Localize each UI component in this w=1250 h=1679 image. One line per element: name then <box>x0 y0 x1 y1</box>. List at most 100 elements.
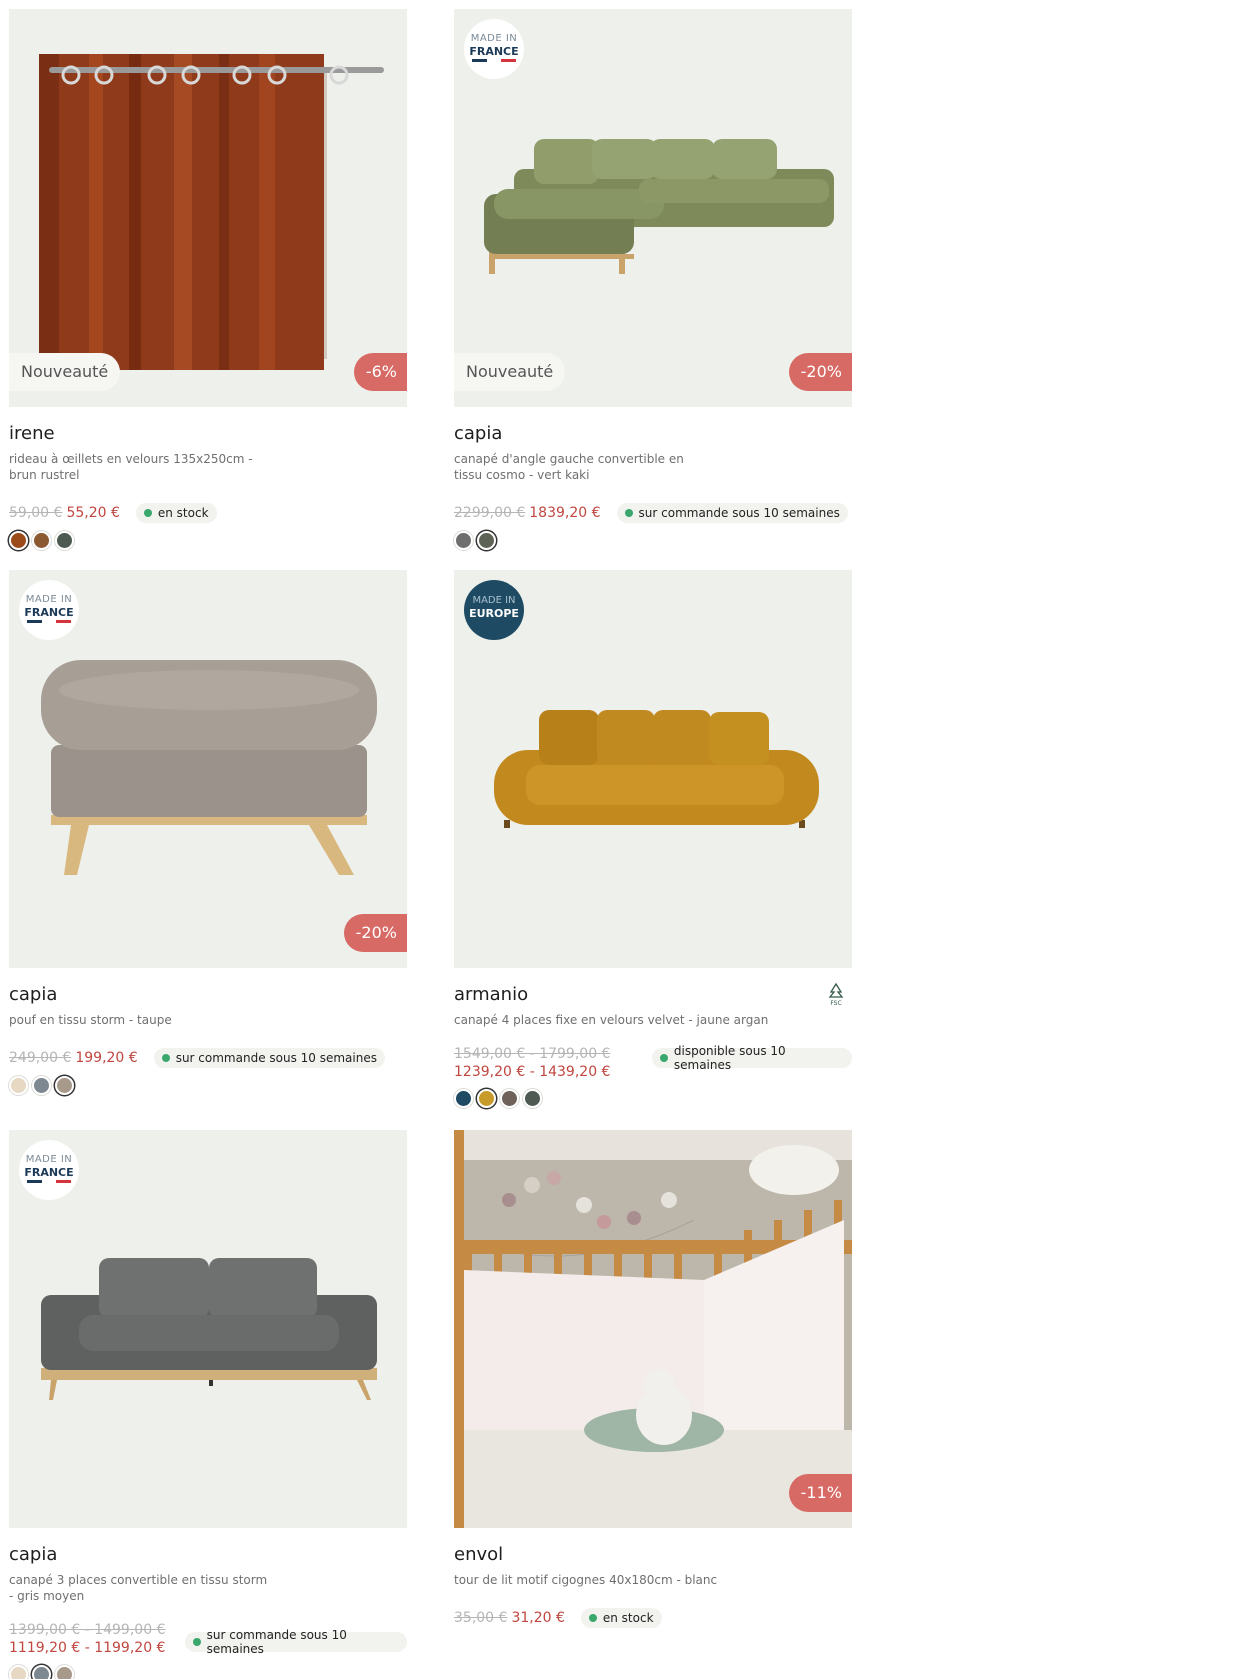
color-swatch[interactable] <box>9 531 28 550</box>
flag-icon <box>472 59 517 62</box>
old-price: 2299,00 € <box>454 505 526 521</box>
product-name[interactable]: capia <box>9 984 57 1005</box>
discount-badge: -20% <box>788 353 852 391</box>
stock-label: sur commande sous 10 semaines <box>206 1628 347 1656</box>
color-swatch[interactable] <box>500 1089 519 1108</box>
product-description: canapé 4 places fixe en velours velvet -… <box>454 1013 769 1027</box>
status-dot-icon <box>624 509 633 517</box>
made-in-france-label: MADE IN FRANCE <box>464 19 524 79</box>
product-description: rideau à œillets en velours 135x250cm - … <box>9 452 253 482</box>
price-block: 1399,00 € - 1499,00 € 1119,20 € - 1199,2… <box>9 1622 165 1657</box>
discount-badge: -11% <box>788 1474 852 1512</box>
new-badge: Nouveauté <box>9 353 121 391</box>
stock-label: sur commande sous 10 semaines <box>638 506 840 520</box>
curtain-image <box>9 9 407 407</box>
stock-status: sur commande sous 10 semaines <box>153 1048 385 1068</box>
color-swatch[interactable] <box>9 1076 28 1095</box>
stock-label: sur commande sous 10 semaines <box>175 1051 377 1065</box>
color-swatch[interactable] <box>32 1076 51 1095</box>
old-price: 1399,00 € - 1499,00 € <box>9 1622 166 1638</box>
product-card-irene[interactable]: Nouveauté -6% irene rideau à œillets en … <box>9 9 407 550</box>
product-card-armanio[interactable]: MADE IN EUROPE armanio FSC canapé 4 plac… <box>454 570 852 1108</box>
product-image[interactable]: -11% <box>454 1130 852 1528</box>
product-card-capia-3-places[interactable]: MADE IN FRANCE capia canapé 3 places con… <box>9 1130 407 1679</box>
product-image[interactable]: MADE IN FRANCE <box>9 1130 407 1528</box>
flag-icon <box>27 620 72 623</box>
color-swatch[interactable] <box>55 1665 74 1679</box>
product-description: canapé d'angle gauche convertible en tis… <box>454 452 684 482</box>
new-price: 55,20 € <box>66 505 120 521</box>
price-block: 1549,00 € - 1799,00 € 1239,20 € - 1439,2… <box>454 1046 610 1081</box>
color-swatches <box>454 531 500 550</box>
color-swatch[interactable] <box>454 531 473 550</box>
status-dot-icon <box>143 509 152 517</box>
label-line2: FRANCE <box>24 1166 74 1179</box>
status-dot-icon <box>161 1054 170 1062</box>
stock-status: disponible sous 10 semaines <box>652 1044 852 1072</box>
label-line2: FRANCE <box>469 45 519 58</box>
product-name[interactable]: armanio <box>454 984 528 1005</box>
label-line1: MADE IN <box>25 594 73 605</box>
label-line1: MADE IN <box>470 33 518 44</box>
stock-label: disponible sous 10 semaines <box>673 1044 786 1072</box>
product-card-envol[interactable]: -11% envol tour de lit motif cigognes 40… <box>454 1130 852 1628</box>
flag-icon <box>27 1180 72 1183</box>
made-in-europe-label: MADE IN EUROPE <box>464 580 524 640</box>
product-image[interactable]: MADE IN FRANCE Nouveauté -20% <box>454 9 852 407</box>
stock-status: sur commande sous 10 semaines <box>185 1628 407 1656</box>
old-price: 1549,00 € - 1799,00 € <box>454 1046 611 1062</box>
color-swatch[interactable] <box>32 531 51 550</box>
label-line2: FRANCE <box>24 606 74 619</box>
color-swatch[interactable] <box>55 531 74 550</box>
color-swatches <box>9 531 78 550</box>
product-image[interactable]: MADE IN FRANCE -20% <box>9 570 407 968</box>
color-swatch[interactable] <box>523 1089 542 1108</box>
color-swatch[interactable] <box>454 1089 473 1108</box>
status-dot-icon <box>588 1614 597 1622</box>
fsc-icon: FSC <box>824 982 848 1010</box>
product-description: canapé 3 places convertible en tissu sto… <box>9 1573 268 1603</box>
color-swatch[interactable] <box>477 1089 496 1108</box>
price-row: 2299,00 € 1839,20 € sur commande sous 10… <box>454 503 848 523</box>
fsc-label: FSC <box>830 1000 842 1007</box>
stock-label: en stock <box>602 1611 654 1625</box>
color-swatches <box>9 1076 78 1095</box>
new-price: 1239,20 € - 1439,20 € <box>454 1064 611 1080</box>
color-swatch[interactable] <box>9 1665 28 1679</box>
product-description: pouf en tissu storm - taupe <box>9 1013 172 1027</box>
product-card-capia-pouf[interactable]: MADE IN FRANCE -20% capia pouf en tissu … <box>9 570 407 1095</box>
status-dot-icon <box>193 1638 201 1646</box>
color-swatch[interactable] <box>477 531 496 550</box>
product-name[interactable]: envol <box>454 1544 503 1565</box>
new-price: 1119,20 € - 1199,20 € <box>9 1640 166 1656</box>
discount-badge: -6% <box>353 353 407 391</box>
status-dot-icon <box>660 1054 668 1062</box>
made-in-france-label: MADE IN FRANCE <box>19 580 79 640</box>
label-line2: EUROPE <box>469 607 519 620</box>
product-image[interactable]: Nouveauté -6% <box>9 9 407 407</box>
new-price: 199,20 € <box>75 1050 138 1066</box>
new-badge: Nouveauté <box>454 353 566 391</box>
stock-status: sur commande sous 10 semaines <box>616 503 848 523</box>
label-line1: MADE IN <box>25 1154 73 1165</box>
discount-badge: -20% <box>343 914 407 952</box>
old-price: 35,00 € <box>454 1610 508 1626</box>
crib-bumper-image <box>454 1130 852 1528</box>
product-name[interactable]: capia <box>9 1544 57 1565</box>
old-price: 59,00 € <box>9 505 63 521</box>
new-price: 1839,20 € <box>529 505 601 521</box>
label-line1: MADE IN <box>472 595 516 606</box>
product-name[interactable]: irene <box>9 423 55 444</box>
old-price: 249,00 € <box>9 1050 72 1066</box>
product-image[interactable]: MADE IN EUROPE <box>454 570 852 968</box>
stock-status: en stock <box>580 1608 662 1628</box>
new-price: 31,20 € <box>511 1610 565 1626</box>
product-card-capia-corner[interactable]: MADE IN FRANCE Nouveauté -20% capia cana… <box>454 9 852 550</box>
color-swatch[interactable] <box>55 1076 74 1095</box>
price-row: 59,00 € 55,20 € en stock <box>9 503 217 523</box>
product-name[interactable]: capia <box>454 423 502 444</box>
color-swatch[interactable] <box>32 1665 51 1679</box>
product-description: tour de lit motif cigognes 40x180cm - bl… <box>454 1573 718 1587</box>
made-in-france-label: MADE IN FRANCE <box>19 1140 79 1200</box>
price-row: 35,00 € 31,20 € en stock <box>454 1608 662 1628</box>
